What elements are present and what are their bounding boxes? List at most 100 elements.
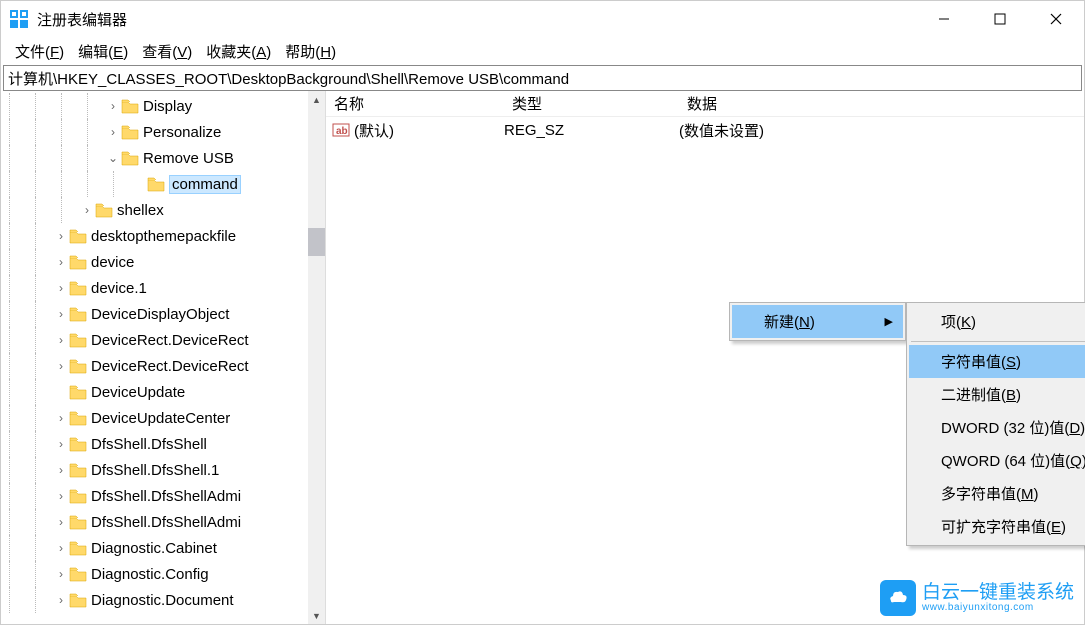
menu-help[interactable]: 帮助(H) <box>281 39 340 64</box>
watermark-url: www.baiyunxitong.com <box>922 602 1074 613</box>
submenu-item[interactable]: 项(K) <box>909 305 1085 338</box>
tree-item-label: Display <box>143 98 192 115</box>
address-text: 计算机\HKEY_CLASSES_ROOT\DesktopBackground\… <box>8 68 569 89</box>
value-data: (数值未设置) <box>679 120 764 141</box>
tree-expander-icon[interactable]: › <box>53 567 69 581</box>
menu-view[interactable]: 查看(V) <box>138 39 196 64</box>
tree-expander-icon[interactable]: › <box>53 307 69 321</box>
col-name[interactable]: 名称 <box>326 93 504 114</box>
tree-item-label: DfsShell.DfsShellAdmi <box>91 488 241 505</box>
context-new[interactable]: 新建(N) ▶ <box>732 305 903 338</box>
value-row[interactable]: ab (默认) REG_SZ (数值未设置) <box>326 117 1084 143</box>
tree-item-label: DeviceRect.DeviceRect <box>91 358 249 375</box>
tree-item[interactable]: › DfsShell.DfsShell.1 <box>1 457 325 483</box>
context-menu: 新建(N) ▶ <box>729 302 906 341</box>
tree-expander-icon[interactable]: › <box>53 437 69 451</box>
tree-expander-icon[interactable]: › <box>53 593 69 607</box>
title-bar: 注册表编辑器 <box>1 1 1084 37</box>
minimize-button[interactable] <box>916 1 972 37</box>
tree-item-label: Diagnostic.Config <box>91 566 209 583</box>
tree-item[interactable]: command <box>1 171 325 197</box>
submenu-item-label: 项(K) <box>941 311 976 332</box>
submenu-item[interactable]: QWORD (64 位)值(Q) <box>909 444 1085 477</box>
tree-item[interactable]: ›device.1 <box>1 275 325 301</box>
col-data[interactable]: 数据 <box>679 93 1084 114</box>
tree-item-label: command <box>169 175 241 194</box>
menu-bar: 文件(F) 编辑(E) 查看(V) 收藏夹(A) 帮助(H) <box>1 37 1084 65</box>
tree-expander-icon[interactable]: › <box>53 333 69 347</box>
tree-item[interactable]: ›Personalize <box>1 119 325 145</box>
submenu-item[interactable]: DWORD (32 位)值(D) <box>909 411 1085 444</box>
tree-item-label: device <box>91 254 134 271</box>
tree-expander-icon[interactable]: ⌄ <box>105 151 121 165</box>
tree-expander-icon[interactable]: › <box>53 281 69 295</box>
submenu-item[interactable]: 字符串值(S) <box>909 345 1085 378</box>
tree-item[interactable]: › desktopthemepackfile <box>1 223 325 249</box>
value-name: (默认) <box>354 120 504 141</box>
tree-item-label: DeviceRect.DeviceRect <box>91 332 249 349</box>
tree-item[interactable]: › DfsShell.DfsShellAdmi <box>1 483 325 509</box>
context-new-label: 新建(N) <box>764 311 815 332</box>
tree-item[interactable]: › device <box>1 249 325 275</box>
tree-item[interactable]: ›Diagnostic.Cabinet <box>1 535 325 561</box>
submenu-item[interactable]: 可扩充字符串值(E) <box>909 510 1085 543</box>
scroll-up-icon[interactable]: ▲ <box>308 91 325 108</box>
tree-expander-icon[interactable]: › <box>53 255 69 269</box>
submenu-item[interactable]: 多字符串值(M) <box>909 477 1085 510</box>
scroll-thumb[interactable] <box>308 228 325 256</box>
tree-item[interactable]: › Diagnostic.Config <box>1 561 325 587</box>
scroll-down-icon[interactable]: ▼ <box>308 607 325 624</box>
tree-item[interactable]: ⌄Remove USB <box>1 145 325 171</box>
tree-expander-icon[interactable]: › <box>105 125 121 139</box>
tree-scrollbar[interactable]: ▲ ▼ <box>308 91 325 624</box>
tree-expander-icon[interactable]: › <box>53 541 69 555</box>
watermark: 白云一键重装系统 www.baiyunxitong.com <box>880 580 1074 616</box>
tree-expander-icon[interactable]: › <box>53 359 69 373</box>
window-controls <box>916 1 1084 37</box>
svg-text:ab: ab <box>336 126 348 137</box>
menu-favorites[interactable]: 收藏夹(A) <box>202 39 275 64</box>
tree-panel: › Display ›Personalize⌄Remove USB command ›s… <box>1 91 326 624</box>
submenu-arrow-icon: ▶ <box>885 315 893 328</box>
tree-item[interactable]: ›shellex <box>1 197 325 223</box>
tree-item[interactable]: › DeviceRect.DeviceRect <box>1 327 325 353</box>
tree-item-label: DeviceUpdateCenter <box>91 410 230 427</box>
submenu-item[interactable]: 二进制值(B) <box>909 378 1085 411</box>
tree-expander-icon[interactable]: › <box>53 411 69 425</box>
menu-separator <box>911 341 1085 342</box>
context-submenu: 项(K) 字符串值(S) 二进制值(B)DWORD (32 位)值(D) QWORD … <box>906 302 1085 546</box>
tree-item-label: DfsShell.DfsShell <box>91 436 207 453</box>
tree-item[interactable]: › DfsShell.DfsShellAdmi <box>1 509 325 535</box>
address-bar[interactable]: 计算机\HKEY_CLASSES_ROOT\DesktopBackground\… <box>3 65 1082 91</box>
tree-item[interactable]: › Diagnostic.Document <box>1 587 325 613</box>
tree-item-label: desktopthemepackfile <box>91 228 236 245</box>
tree-item[interactable]: › Display <box>1 93 325 119</box>
col-type[interactable]: 类型 <box>504 93 679 114</box>
close-button[interactable] <box>1028 1 1084 37</box>
tree-item[interactable]: › DeviceRect.DeviceRect <box>1 353 325 379</box>
tree-expander-icon[interactable]: › <box>53 463 69 477</box>
tree-item[interactable]: › DfsShell.DfsShell <box>1 431 325 457</box>
workspace: › Display ›Personalize⌄Remove USB command ›s… <box>1 91 1084 624</box>
tree-expander-icon[interactable]: › <box>53 489 69 503</box>
submenu-item-label: QWORD (64 位)值(Q) <box>941 450 1085 471</box>
menu-file[interactable]: 文件(F) <box>11 39 68 64</box>
tree-item-label: Diagnostic.Document <box>91 592 234 609</box>
watermark-icon <box>880 580 916 616</box>
list-header: 名称 类型 数据 <box>326 91 1084 117</box>
maximize-button[interactable] <box>972 1 1028 37</box>
window-title: 注册表编辑器 <box>37 9 916 30</box>
tree-item[interactable]: DeviceUpdate <box>1 379 325 405</box>
tree-item-label: DfsShell.DfsShellAdmi <box>91 514 241 531</box>
tree-expander-icon[interactable]: › <box>53 515 69 529</box>
menu-edit[interactable]: 编辑(E) <box>74 39 132 64</box>
tree-item-label: DfsShell.DfsShell.1 <box>91 462 219 479</box>
submenu-item-label: 字符串值(S) <box>941 351 1021 372</box>
tree-item[interactable]: ›DeviceDisplayObject <box>1 301 325 327</box>
watermark-text: 白云一键重装系统 <box>922 583 1074 602</box>
tree-expander-icon[interactable]: › <box>79 203 95 217</box>
value-type: REG_SZ <box>504 122 679 139</box>
tree-item[interactable]: › DeviceUpdateCenter <box>1 405 325 431</box>
tree-expander-icon[interactable]: › <box>105 99 121 113</box>
tree-expander-icon[interactable]: › <box>53 229 69 243</box>
